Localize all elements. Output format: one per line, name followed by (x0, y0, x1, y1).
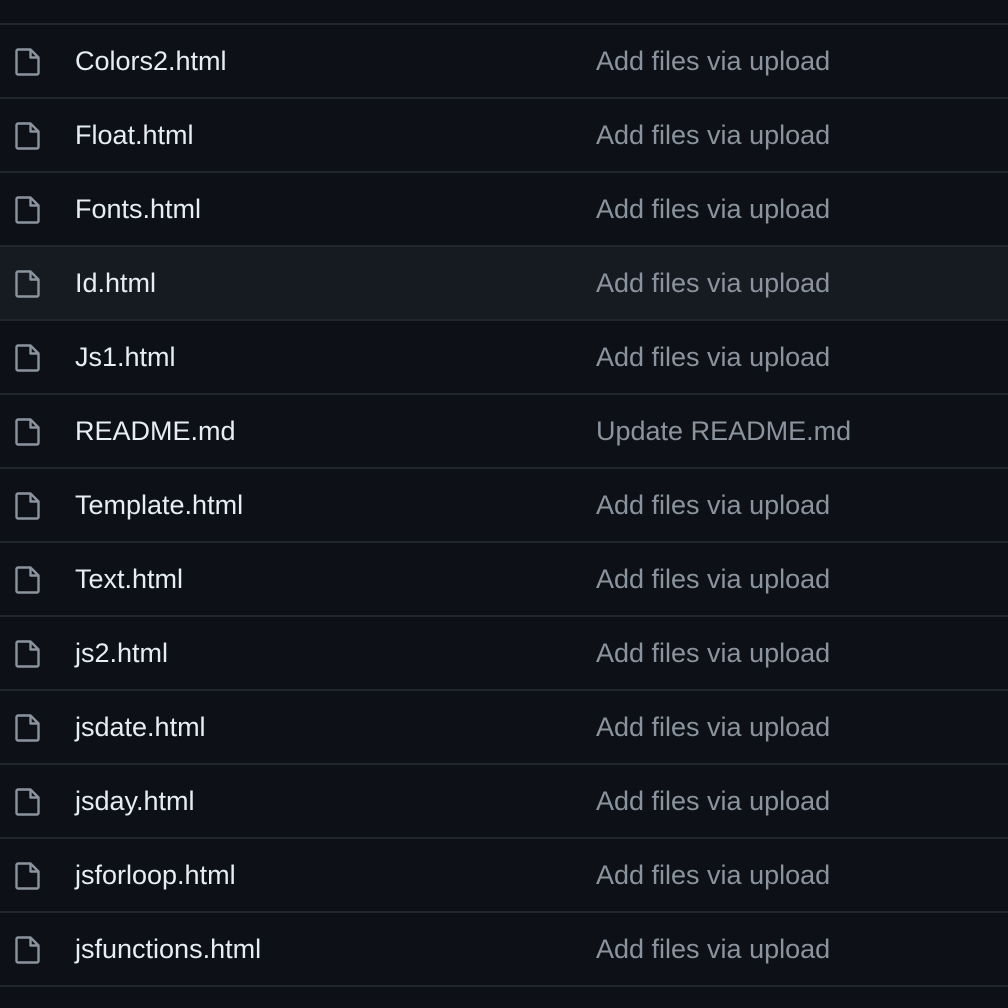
commit-message-link[interactable]: Add files via upload (596, 99, 830, 171)
commit-message-link[interactable]: Add files via upload (596, 913, 830, 985)
file-name-link[interactable]: jsforloop.html (75, 839, 236, 911)
commit-message-link[interactable]: Add files via upload (596, 839, 830, 911)
file-icon (14, 47, 42, 77)
file-icon (14, 417, 42, 447)
file-name-link[interactable]: Template.html (75, 469, 243, 541)
commit-message-link[interactable]: Add files via upload (596, 321, 830, 393)
file-icon (14, 935, 42, 965)
file-row[interactable]: Fonts.html Add files via upload (0, 173, 1008, 247)
file-row[interactable]: jsdate.html Add files via upload (0, 691, 1008, 765)
commit-message-link[interactable]: Add files via upload (596, 543, 830, 615)
file-row[interactable]: README.md Update README.md (0, 395, 1008, 469)
file-name-link[interactable]: Text.html (75, 543, 183, 615)
file-icon (14, 639, 42, 669)
file-name-link[interactable]: jsday.html (75, 765, 195, 837)
file-icon (14, 269, 42, 299)
commit-message-link[interactable]: Add files via upload (596, 247, 830, 319)
file-icon (14, 121, 42, 151)
file-row[interactable]: Colors2.html Add files via upload (0, 25, 1008, 99)
file-name-link[interactable]: Colors2.html (75, 25, 227, 97)
file-row[interactable]: jsday.html Add files via upload (0, 765, 1008, 839)
file-row[interactable]: Js1.html Add files via upload (0, 321, 1008, 395)
file-icon (14, 343, 42, 373)
file-icon (14, 491, 42, 521)
file-row[interactable]: js2.html Add files via upload (0, 617, 1008, 691)
commit-message-link[interactable]: Add files via upload (596, 173, 830, 245)
file-row[interactable]: Float.html Add files via upload (0, 99, 1008, 173)
file-name-link[interactable]: Fonts.html (75, 173, 201, 245)
commit-message-link[interactable]: Add files via upload (596, 617, 830, 689)
file-name-link[interactable]: Js1.html (75, 321, 176, 393)
commit-message-link[interactable]: Update README.md (596, 395, 851, 467)
file-list: Colors2.html Add files via upload Float.… (0, 23, 1008, 987)
file-name-link[interactable]: Float.html (75, 99, 194, 171)
file-row[interactable]: Id.html Add files via upload (0, 247, 1008, 321)
file-name-link[interactable]: jsdate.html (75, 691, 206, 763)
file-name-link[interactable]: Id.html (75, 247, 156, 319)
file-name-link[interactable]: js2.html (75, 617, 168, 689)
file-icon (14, 195, 42, 225)
file-icon (14, 861, 42, 891)
file-row[interactable]: jsfunctions.html Add files via upload (0, 913, 1008, 987)
file-name-link[interactable]: jsfunctions.html (75, 913, 261, 985)
commit-message-link[interactable]: Add files via upload (596, 469, 830, 541)
file-icon (14, 565, 42, 595)
file-row[interactable]: Text.html Add files via upload (0, 543, 1008, 617)
commit-message-link[interactable]: Add files via upload (596, 765, 830, 837)
file-name-link[interactable]: README.md (75, 395, 236, 467)
commit-message-link[interactable]: Add files via upload (596, 25, 830, 97)
commit-message-link[interactable]: Add files via upload (596, 691, 830, 763)
file-icon (14, 713, 42, 743)
file-row[interactable]: jsforloop.html Add files via upload (0, 839, 1008, 913)
file-row[interactable]: Template.html Add files via upload (0, 469, 1008, 543)
file-icon (14, 787, 42, 817)
